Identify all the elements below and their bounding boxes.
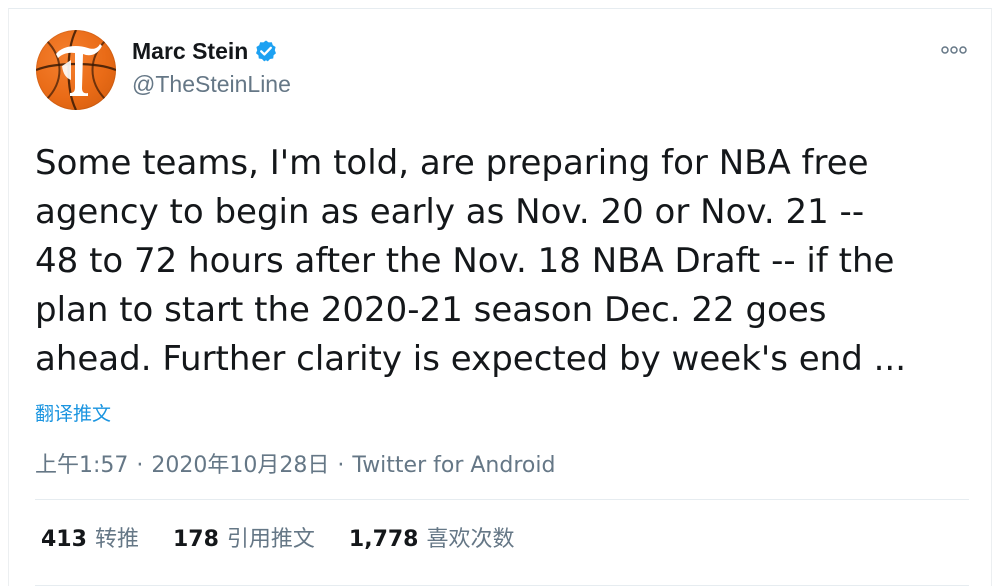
retweets-stat[interactable]: 413 转推 [41, 524, 139, 556]
tweet-source[interactable]: Twitter for Android [352, 450, 555, 482]
likes-count: 1,778 [348, 527, 419, 552]
more-options-icon[interactable] [939, 39, 969, 61]
nyt-basketball-logo-icon [36, 30, 116, 110]
meta-separator: · [136, 453, 144, 478]
tweet-meta: 上午1:57 · 2020年10月28日 · Twitter for Andro… [35, 450, 555, 482]
translate-tweet-link[interactable]: 翻译推文 [35, 401, 111, 427]
retweets-label: 转推 [94, 527, 139, 552]
likes-label: 喜欢次数 [426, 527, 515, 552]
tweet-text: Some teams, I'm told, are preparing for … [35, 143, 907, 379]
tweet-time[interactable]: 上午1:57 [35, 450, 128, 482]
quotes-label: 引用推文 [226, 527, 315, 552]
user-handle[interactable]: @TheSteinLine [132, 69, 291, 99]
divider [35, 499, 969, 500]
quotes-count: 178 [172, 527, 219, 552]
tweet-date[interactable]: 2020年10月28日 [151, 450, 329, 482]
likes-stat[interactable]: 1,778 喜欢次数 [349, 524, 515, 556]
quotes-stat[interactable]: 178 引用推文 [173, 524, 315, 556]
avatar[interactable] [36, 30, 116, 110]
display-name[interactable]: Marc Stein [132, 35, 248, 67]
tweet-card: Marc Stein @TheSteinLine Some teams, I'm… [8, 8, 992, 586]
verified-badge-icon [254, 39, 278, 63]
retweets-count: 413 [41, 527, 87, 552]
name-row: Marc Stein [132, 35, 278, 67]
meta-separator: · [337, 453, 345, 478]
tweet-stats: 413 转推 178 引用推文 1,778 喜欢次数 [41, 524, 549, 556]
